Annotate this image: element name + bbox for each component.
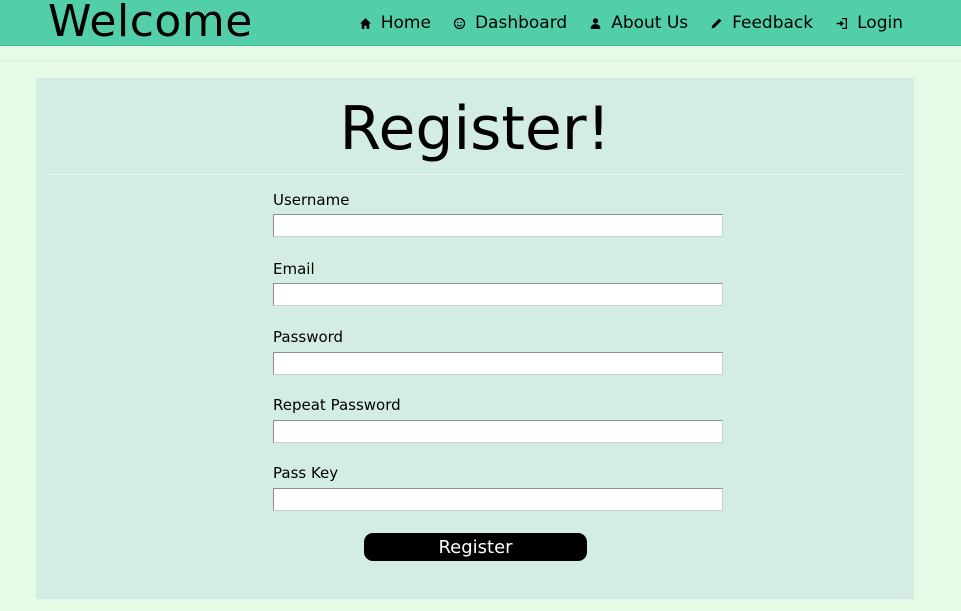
repeat-password-label: Repeat Password [273, 396, 401, 414]
smiley-icon [453, 17, 466, 30]
pencil-icon [710, 17, 723, 30]
top-navbar: Welcome Home Dashboard About Us Feedback [0, 0, 961, 47]
nav-item-label: Home [380, 13, 431, 33]
password-input[interactable] [273, 352, 723, 375]
email-input[interactable] [273, 283, 723, 306]
nav-item-label: Dashboard [474, 13, 568, 33]
nav-item-label: About Us [611, 13, 689, 33]
page-title: Register! [339, 94, 611, 164]
login-icon [835, 17, 848, 30]
nav-item-label: Login [857, 13, 903, 33]
password-label: Password [273, 328, 344, 346]
repeat-password-input[interactable] [273, 420, 723, 443]
email-label: Email [273, 260, 315, 278]
home-icon [359, 17, 372, 30]
nav-menu: Home Dashboard About Us Feedback Login [359, 0, 903, 46]
register-panel: Register! Username Email Password Repeat… [36, 78, 914, 599]
title-divider [48, 174, 904, 175]
brand-title[interactable]: Welcome [48, 0, 253, 50]
nav-item-dashboard[interactable]: Dashboard [453, 13, 567, 33]
register-button[interactable]: Register [364, 533, 587, 561]
nav-item-login[interactable]: Login [835, 13, 903, 33]
sub-navbar-strip [0, 46, 961, 62]
username-label: Username [273, 191, 350, 209]
username-input[interactable] [273, 214, 723, 237]
pass-key-label: Pass Key [273, 464, 339, 482]
nav-item-label: Feedback [732, 13, 814, 33]
user-icon [589, 17, 602, 30]
nav-item-about-us[interactable]: About Us [589, 13, 688, 33]
nav-item-home[interactable]: Home [359, 13, 431, 33]
pass-key-input[interactable] [273, 488, 723, 511]
nav-item-feedback[interactable]: Feedback [710, 13, 813, 33]
